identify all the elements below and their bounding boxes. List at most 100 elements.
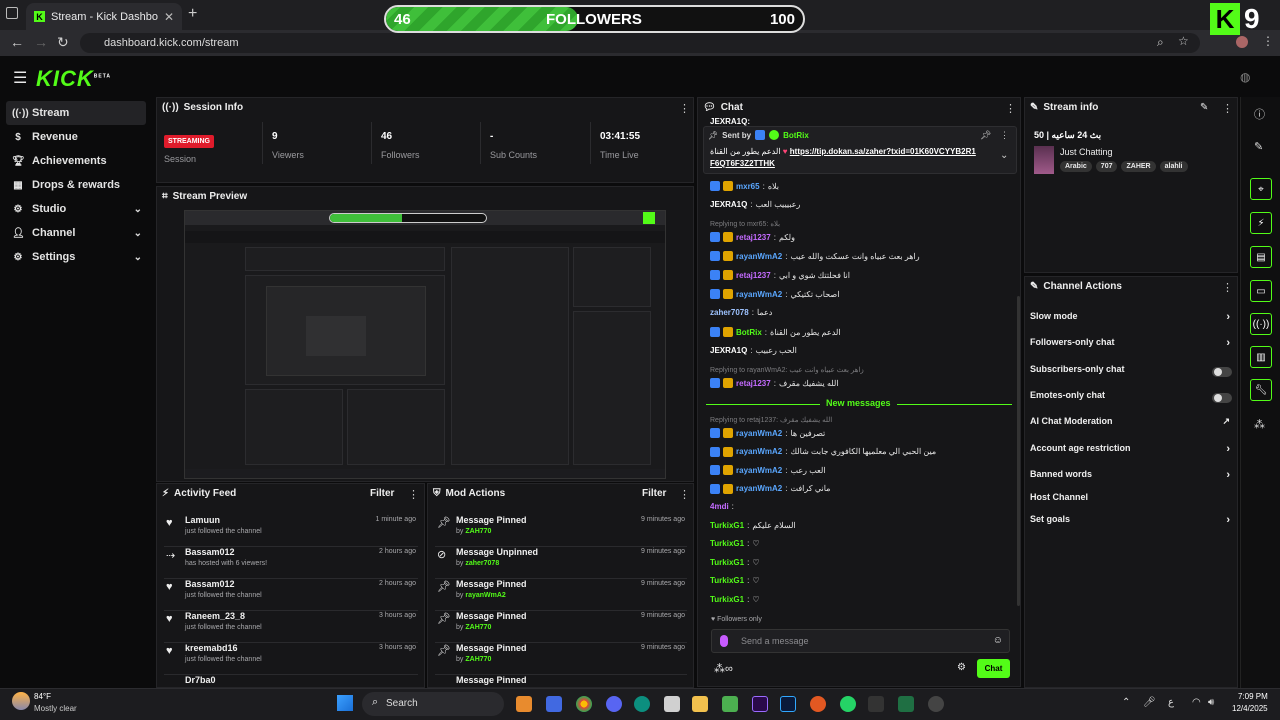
- chat-username[interactable]: TurkixG1: [710, 521, 744, 530]
- toggle-switch[interactable]: [1212, 367, 1232, 377]
- edit-icon[interactable]: ✎: [1200, 102, 1208, 113]
- sidebar-item-stream[interactable]: ((·)) Stream: [6, 101, 146, 125]
- chat-username[interactable]: rayanWmA2: [736, 429, 782, 438]
- unpin-icon[interactable]: 📌︎: [980, 130, 991, 141]
- session-menu-icon[interactable]: ⋮: [679, 102, 690, 115]
- chat-menu-icon[interactable]: ⋮: [1005, 102, 1016, 115]
- edge-icon[interactable]: [634, 696, 650, 712]
- chat-scrollbar[interactable]: [1017, 296, 1020, 606]
- clock-date[interactable]: 12/4/2025: [1232, 704, 1268, 713]
- chat-username[interactable]: 4mdi: [710, 502, 729, 511]
- chat-username[interactable]: retaj1237: [736, 271, 771, 280]
- activity-user[interactable]: Bassam012: [185, 547, 235, 557]
- tag[interactable]: Arabic: [1060, 161, 1092, 172]
- emoji-icon[interactable]: ☺: [993, 635, 1003, 646]
- wrench-icon[interactable]: 🔧︎: [1250, 379, 1272, 401]
- channel-action-host-channel[interactable]: Host Channel: [1030, 492, 1234, 512]
- channel-actions-menu-icon[interactable]: ⋮: [1222, 281, 1233, 294]
- toggle-switch[interactable]: [1212, 393, 1232, 403]
- chat-username[interactable]: zaher7078: [710, 308, 749, 317]
- chat-username[interactable]: JEXRA1Q: [710, 346, 747, 355]
- expand-chevron-icon[interactable]: ⌄: [1000, 150, 1008, 161]
- taskbar-search[interactable]: ⌕ Search: [362, 692, 504, 716]
- channel-action-emotes-only-chat[interactable]: Emotes-only chat: [1030, 390, 1234, 410]
- profile-avatar[interactable]: [1236, 36, 1248, 48]
- activity-user[interactable]: Dr7ba0: [185, 675, 216, 685]
- channel-action-set-goals[interactable]: Set goals ›: [1030, 514, 1234, 534]
- chat-bubble-icon[interactable]: ▭: [1250, 280, 1272, 302]
- chat-username[interactable]: BotRix: [736, 328, 762, 337]
- chat-username[interactable]: retaj1237: [736, 233, 771, 242]
- category-name[interactable]: Just Chatting: [1060, 147, 1113, 157]
- chat-send-button[interactable]: Chat: [977, 659, 1010, 678]
- sidebar-item-drops[interactable]: ▦ Drops & rewards: [6, 173, 146, 197]
- tray-chevron-icon[interactable]: ⌃: [1122, 697, 1130, 708]
- apps-icon[interactable]: ⁂: [1254, 418, 1265, 431]
- header-user-icon[interactable]: ◍: [1240, 70, 1250, 84]
- document-icon[interactable]: ▤: [1250, 246, 1272, 268]
- mic-icon[interactable]: 🎤︎: [1143, 697, 1156, 708]
- activity-filter-button[interactable]: Filter: [370, 488, 394, 499]
- tag[interactable]: alahli: [1159, 161, 1188, 172]
- mod-user[interactable]: ZAH770: [465, 656, 491, 663]
- wifi-icon[interactable]: ◠: [1192, 697, 1201, 708]
- layout-icon[interactable]: ▥: [1250, 346, 1272, 368]
- obs-icon[interactable]: [928, 696, 944, 712]
- chat-settings-icon[interactable]: ⚙: [957, 662, 966, 673]
- sidebar-item-achievements[interactable]: 🏆︎ Achievements: [6, 149, 146, 173]
- minecraft-icon[interactable]: [722, 696, 738, 712]
- volume-icon[interactable]: 🔊︎: [1208, 697, 1214, 708]
- premiere-icon[interactable]: [752, 696, 768, 712]
- activity-user[interactable]: Lamuun: [185, 515, 220, 525]
- more-icon[interactable]: ⋮: [1000, 130, 1009, 141]
- clock-time[interactable]: 7:09 PM: [1238, 692, 1268, 701]
- new-tab-icon[interactable]: +: [188, 5, 197, 23]
- store-icon[interactable]: [664, 696, 680, 712]
- channel-action-subscribers-only-chat[interactable]: Subscribers-only chat: [1030, 364, 1234, 384]
- chat-username[interactable]: JEXRA1Q: [710, 200, 747, 209]
- sidebar-item-studio[interactable]: ⚙ Studio ⌄: [6, 197, 146, 221]
- activity-user[interactable]: Bassam012: [185, 579, 235, 589]
- sidebar-item-revenue[interactable]: $ Revenue: [6, 125, 146, 149]
- mod-user[interactable]: ZAH770: [465, 528, 491, 535]
- chat-username[interactable]: TurkixG1: [710, 595, 744, 604]
- reload-icon[interactable]: ↻: [57, 34, 69, 51]
- stream-info-menu-icon[interactable]: ⋮: [1222, 102, 1233, 115]
- chat-username[interactable]: rayanWmA2: [736, 484, 782, 493]
- weather-icon[interactable]: [12, 692, 30, 710]
- tag[interactable]: 707: [1095, 161, 1118, 172]
- forward-icon[interactable]: →: [34, 34, 48, 50]
- chat-username[interactable]: rayanWmA2: [736, 466, 782, 475]
- chat-username[interactable]: TurkixG1: [710, 558, 744, 567]
- photoshop-icon[interactable]: [780, 696, 796, 712]
- channel-action-banned-words[interactable]: Banned words ›: [1030, 469, 1234, 489]
- chat-username[interactable]: rayanWmA2: [736, 447, 782, 456]
- chrome-icon[interactable]: [576, 696, 592, 712]
- whatsapp-icon[interactable]: [840, 696, 856, 712]
- bookmark-star-icon[interactable]: ☆: [1178, 34, 1189, 48]
- app-icon[interactable]: [546, 696, 562, 712]
- chat-tools-icon[interactable]: ⁂∞: [714, 662, 733, 675]
- chat-username[interactable]: mxr65: [736, 182, 760, 191]
- mic-icon[interactable]: [720, 635, 728, 647]
- chat-input[interactable]: Send a message ☺: [711, 629, 1010, 653]
- channel-action-account-age-restriction[interactable]: Account age restriction ›: [1030, 443, 1234, 463]
- chat-username[interactable]: TurkixG1: [710, 576, 744, 585]
- app-icon[interactable]: [810, 696, 826, 712]
- chat-username[interactable]: retaj1237: [736, 379, 771, 388]
- crosshair-icon[interactable]: ⌖: [1250, 178, 1272, 200]
- category-thumbnail[interactable]: [1034, 146, 1054, 174]
- app-icon[interactable]: [516, 696, 532, 712]
- tab-menu-icon[interactable]: [6, 7, 18, 19]
- mod-user[interactable]: rayanWmA2: [465, 592, 505, 599]
- browser-menu-icon[interactable]: ⋮: [1262, 34, 1274, 48]
- mod-user[interactable]: ZAH770: [465, 624, 491, 631]
- url-field[interactable]: dashboard.kick.com/stream: [80, 33, 1200, 53]
- channel-action-followers-only-chat[interactable]: Followers-only chat ›: [1030, 337, 1234, 357]
- windows-start-icon[interactable]: [337, 695, 353, 711]
- activity-menu-icon[interactable]: ⋮: [408, 488, 419, 501]
- info-icon[interactable]: ⓘ: [1254, 106, 1265, 122]
- activity-user[interactable]: kreemabd16: [185, 643, 238, 653]
- sidebar-item-channel[interactable]: 👤︎ Channel ⌄: [6, 221, 146, 245]
- mod-user[interactable]: zaher7078: [465, 560, 499, 567]
